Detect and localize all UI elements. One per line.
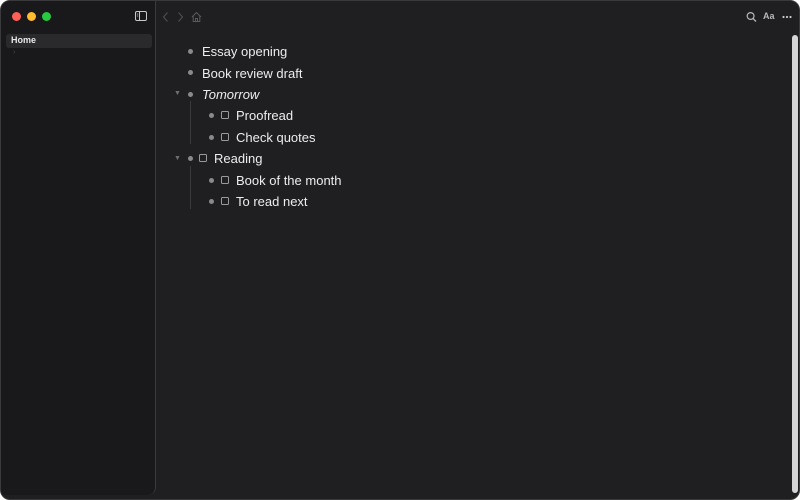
sidebar-expand-icon[interactable]: › (13, 49, 15, 56)
zoom-window-button[interactable] (42, 12, 51, 21)
outline-item-label[interactable]: Proofread (236, 108, 293, 123)
forward-icon[interactable] (177, 11, 184, 23)
app-window: Home › Aa Essay opening Book review draf… (0, 0, 800, 500)
bullet-icon[interactable] (188, 49, 193, 54)
outline-item-label[interactable]: Check quotes (236, 130, 316, 145)
indent-guide (190, 166, 191, 209)
checkbox[interactable] (221, 111, 229, 119)
outline-item-label[interactable]: Reading (214, 151, 262, 166)
checkbox[interactable] (221, 197, 229, 205)
checkbox[interactable] (221, 133, 229, 141)
collapse-caret-icon[interactable]: ▼ (174, 90, 181, 97)
scrollbar[interactable] (792, 35, 798, 493)
bullet-icon[interactable] (188, 70, 193, 75)
indent-guide (190, 101, 191, 144)
minimize-window-button[interactable] (27, 12, 36, 21)
search-icon[interactable] (746, 11, 757, 23)
back-icon[interactable] (162, 11, 169, 23)
bullet-icon[interactable] (209, 178, 214, 183)
font-size-icon[interactable]: Aa (763, 11, 775, 23)
sidebar-item-label: Home (11, 35, 37, 45)
outline-item-label[interactable]: To read next (236, 194, 308, 209)
checkbox[interactable] (221, 176, 229, 184)
more-icon[interactable] (782, 11, 792, 23)
collapse-caret-icon[interactable]: ▼ (174, 155, 181, 162)
checkbox[interactable] (199, 154, 207, 162)
window-controls (12, 12, 51, 21)
outline-item-label[interactable]: Essay opening (202, 44, 287, 59)
bullet-icon[interactable] (209, 199, 214, 204)
bullet-icon[interactable] (188, 156, 193, 161)
sidebar: Home › (1, 1, 156, 495)
sidebar-toggle-icon[interactable] (135, 11, 147, 21)
outline-item-label[interactable]: Book of the month (236, 173, 342, 188)
bullet-icon[interactable] (188, 92, 193, 97)
home-icon[interactable] (191, 11, 202, 23)
sidebar-item-home[interactable]: Home (6, 34, 152, 48)
close-window-button[interactable] (12, 12, 21, 21)
bullet-icon[interactable] (209, 135, 214, 140)
outline-item-label[interactable]: Book review draft (202, 66, 302, 81)
bullet-icon[interactable] (209, 113, 214, 118)
outline-item-label[interactable]: Tomorrow (202, 87, 259, 102)
